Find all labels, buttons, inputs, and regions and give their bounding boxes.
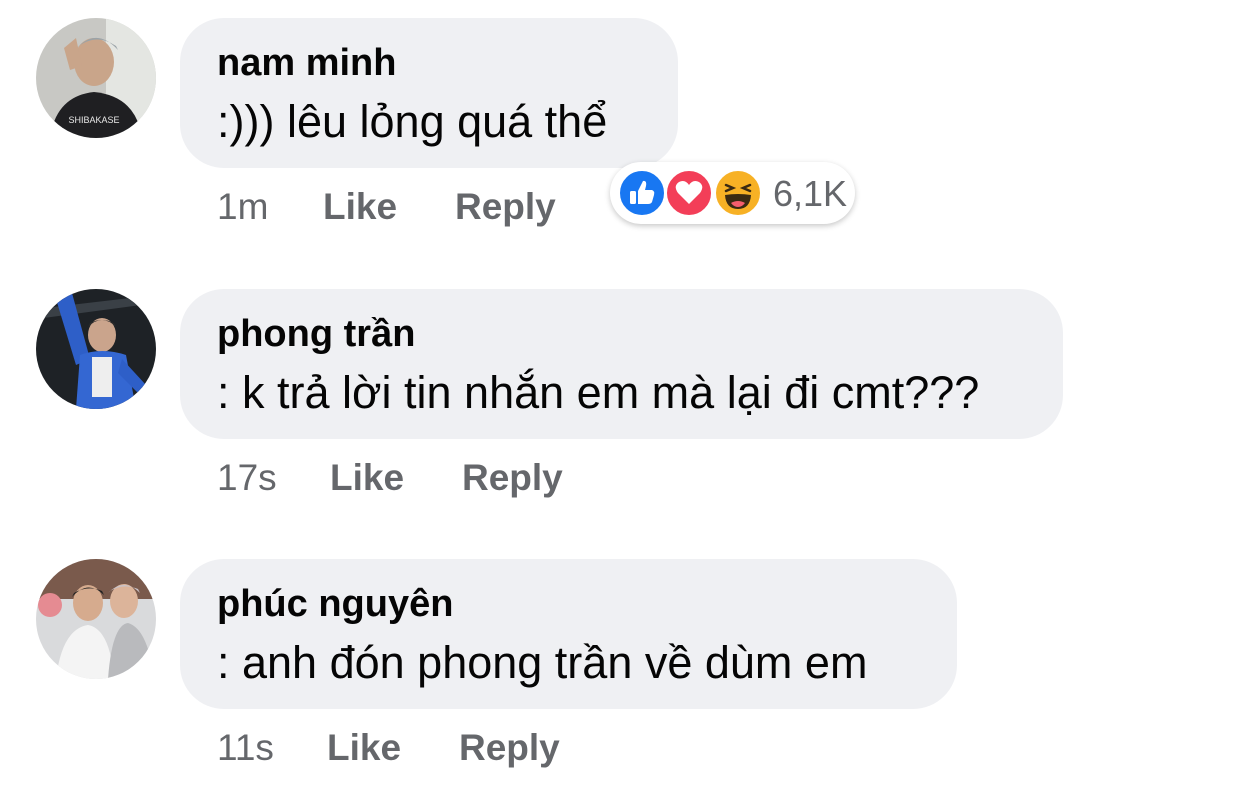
comment-bubble: phong trần : k trả lời tin nhắn em mà lạ… — [180, 289, 1063, 439]
comment-bubble: phúc nguyên : anh đón phong trần về dùm … — [180, 559, 957, 709]
reactions-summary[interactable]: 6,1K — [610, 162, 855, 224]
comment-text: :))) lêu lỏng quá thể — [217, 96, 608, 147]
like-icon — [618, 169, 666, 217]
reaction-count: 6,1K — [773, 173, 848, 214]
reply-button[interactable]: Reply — [459, 727, 560, 769]
reply-button[interactable]: Reply — [462, 457, 563, 499]
comment-timestamp[interactable]: 17s — [217, 457, 277, 499]
comment-timestamp[interactable]: 1m — [217, 186, 268, 228]
love-icon — [665, 169, 713, 217]
comment-item: phúc nguyên : anh đón phong trần về dùm … — [0, 559, 1242, 809]
comment-text: : k trả lời tin nhắn em mà lại đi cmt??? — [217, 367, 980, 418]
like-button[interactable]: Like — [330, 457, 404, 499]
avatar[interactable] — [36, 559, 156, 679]
avatar[interactable]: SHIBAKASE — [36, 18, 156, 138]
commenter-name[interactable]: nam minh — [217, 42, 396, 85]
comment-item: SHIBAKASE nam minh :))) lêu lỏng quá thể… — [0, 18, 1242, 268]
reply-button[interactable]: Reply — [455, 186, 556, 228]
like-button[interactable]: Like — [327, 727, 401, 769]
svg-text:SHIBAKASE: SHIBAKASE — [68, 115, 119, 125]
comment-item: phong trần : k trả lời tin nhắn em mà lạ… — [0, 289, 1242, 539]
commenter-name[interactable]: phong trần — [217, 313, 415, 356]
like-button[interactable]: Like — [323, 186, 397, 228]
haha-icon — [714, 169, 762, 217]
comment-bubble: nam minh :))) lêu lỏng quá thể — [180, 18, 678, 168]
commenter-name[interactable]: phúc nguyên — [217, 583, 453, 626]
avatar[interactable] — [36, 289, 156, 409]
comment-timestamp[interactable]: 11s — [217, 727, 274, 769]
comment-text: : anh đón phong trần về dùm em — [217, 637, 868, 688]
